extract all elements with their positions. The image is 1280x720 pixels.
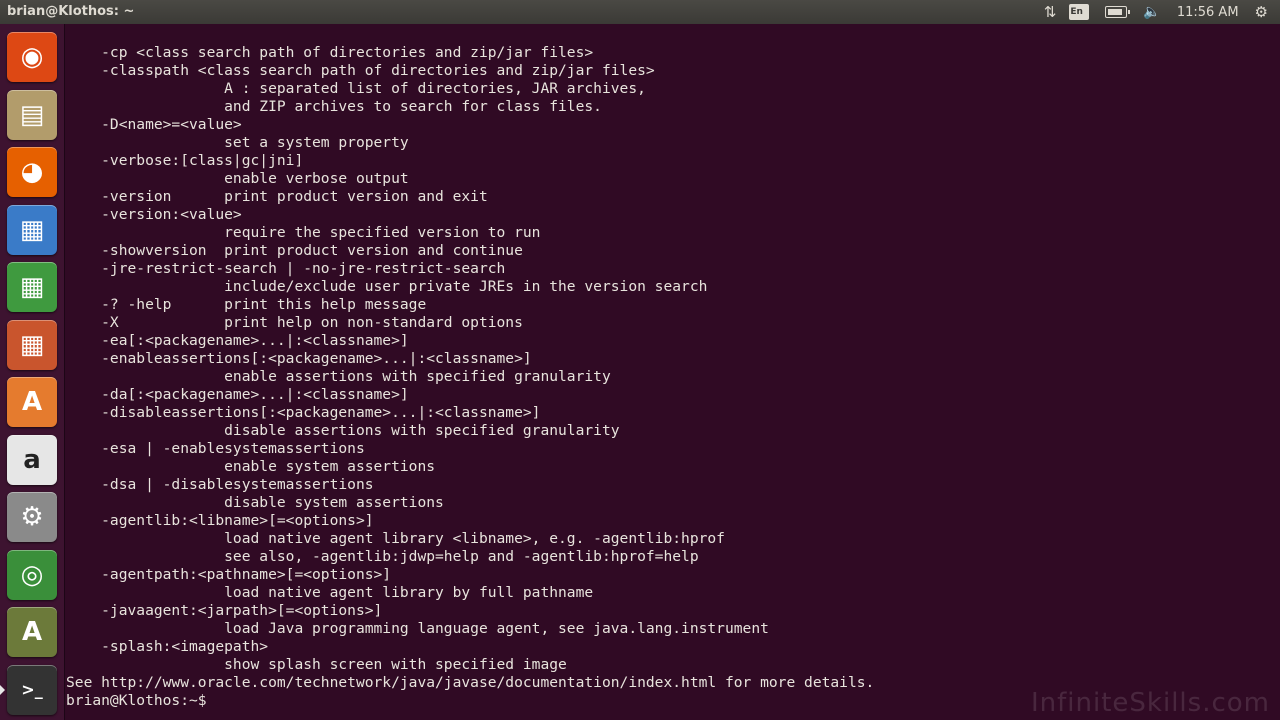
terminal-output[interactable]: -cp <class search path of directories an… bbox=[66, 44, 1280, 720]
network-icon[interactable]: ⇅ bbox=[1044, 3, 1056, 21]
clock[interactable]: 11:56 AM bbox=[1177, 5, 1239, 20]
files-icon: ▤ bbox=[19, 99, 45, 130]
launcher: ◉ ▤ ◕ ▦ ▦ ▦ Aa ⚙ ◎ A >_ bbox=[0, 24, 65, 720]
terminal-line: -version:<value> bbox=[66, 206, 242, 223]
watermark: InfiniteSkills.com bbox=[1031, 688, 1270, 718]
launcher-files-button[interactable]: ▤ bbox=[7, 89, 57, 140]
terminal-line: -da[:<packagename>...|:<classname>] bbox=[66, 386, 409, 403]
terminal-line: enable system assertions bbox=[66, 458, 436, 475]
dash-home-icon: ◉ bbox=[20, 42, 44, 72]
indicator-area: ⇅ En 🔈 11:56 AM ⚙ bbox=[1044, 0, 1280, 24]
terminal-line: -cp <class search path of directories an… bbox=[66, 44, 594, 61]
libreoffice-calc-icon: ▦ bbox=[19, 272, 45, 302]
terminal-line: -agentpath:<pathname>[=<options>] bbox=[66, 566, 392, 583]
terminal-line: require the specified version to run bbox=[66, 224, 541, 241]
terminal-line: -version print product version and exit bbox=[66, 188, 488, 205]
launcher-system-settings-button[interactable]: ⚙ bbox=[7, 492, 57, 542]
terminal-line: -agentlib:<libname>[=<options>] bbox=[66, 512, 374, 529]
firefox-icon: ◕ bbox=[20, 157, 44, 187]
terminal-line: -disableassertions[:<packagename>...|:<c… bbox=[66, 404, 541, 421]
software-updater-icon: A bbox=[21, 617, 43, 647]
terminal-line: show splash screen with specified image bbox=[66, 656, 567, 673]
terminal-line: -javaagent:<jarpath>[=<options>] bbox=[66, 602, 383, 619]
launcher-chrome-button[interactable]: ◎ bbox=[7, 549, 57, 600]
terminal-line: see also, -agentlib:jdwp=help and -agent… bbox=[66, 548, 699, 565]
launcher-terminal-button[interactable]: >_ bbox=[7, 664, 57, 715]
terminal-line: load native agent library <libname>, e.g… bbox=[66, 530, 725, 547]
terminal-line: -esa | -enablesystemassertions bbox=[66, 440, 365, 457]
terminal-line: -verbose:[class|gc|jni] bbox=[66, 152, 304, 169]
terminal-line: -jre-restrict-search | -no-jre-restrict-… bbox=[66, 260, 506, 277]
session-gear-icon[interactable]: ⚙ bbox=[1255, 3, 1268, 21]
top-panel: brian@Klothos: ~ ⇅ En 🔈 11:56 AM ⚙ bbox=[0, 0, 1280, 24]
terminal-line: load native agent library by full pathna… bbox=[66, 584, 594, 601]
launcher-libreoffice-writer-button[interactable]: ▦ bbox=[7, 204, 57, 255]
amazon-icon: a bbox=[23, 444, 41, 475]
battery-icon[interactable] bbox=[1105, 6, 1131, 18]
launcher-amazon-button[interactable]: a bbox=[7, 434, 57, 485]
launcher-software-center-button[interactable]: A bbox=[7, 377, 57, 427]
launcher-software-updater-button[interactable]: A bbox=[7, 607, 57, 657]
launcher-libreoffice-impress-button[interactable]: ▦ bbox=[7, 319, 57, 370]
libreoffice-writer-icon: ▦ bbox=[19, 214, 45, 245]
active-terminal-indicator bbox=[0, 684, 5, 695]
terminal-line: -splash:<imagepath> bbox=[66, 638, 269, 655]
terminal-line: -classpath <class search path of directo… bbox=[66, 62, 655, 79]
terminal-line: and ZIP archives to search for class fil… bbox=[66, 98, 602, 115]
terminal-line: -enableassertions[:<packagename>...|:<cl… bbox=[66, 350, 532, 367]
terminal-line: include/exclude user private JREs in the… bbox=[66, 278, 708, 295]
terminal-line: disable assertions with specified granul… bbox=[66, 422, 620, 439]
terminal-line: load Java programming language agent, se… bbox=[66, 620, 769, 637]
software-center-icon: A bbox=[21, 387, 43, 417]
terminal-icon: >_ bbox=[21, 680, 43, 699]
terminal-line: A : separated list of directories, JAR a… bbox=[66, 80, 646, 97]
volume-icon[interactable]: 🔈 bbox=[1143, 4, 1160, 20]
terminal-line: set a system property bbox=[66, 134, 409, 151]
terminal-line: -showversion print product version and c… bbox=[66, 242, 523, 259]
chrome-icon: ◎ bbox=[20, 559, 44, 590]
terminal-line: enable verbose output bbox=[66, 170, 409, 187]
keyboard-layout-icon[interactable]: En bbox=[1069, 4, 1090, 20]
terminal-line: -ea[:<packagename>...|:<classname>] bbox=[66, 332, 409, 349]
launcher-libreoffice-calc-button[interactable]: ▦ bbox=[7, 262, 57, 312]
window-title: brian@Klothos: ~ bbox=[7, 4, 135, 19]
terminal-line: -D<name>=<value> bbox=[66, 116, 242, 133]
libreoffice-impress-icon: ▦ bbox=[19, 329, 45, 360]
launcher-dash-home-button[interactable]: ◉ bbox=[7, 32, 57, 82]
terminal-line: -? -help print this help message bbox=[66, 296, 427, 313]
terminal-line: -X print help on non-standard options bbox=[66, 314, 523, 331]
terminal-line: disable system assertions bbox=[66, 494, 444, 511]
launcher-firefox-button[interactable]: ◕ bbox=[7, 147, 57, 197]
system-settings-icon: ⚙ bbox=[20, 502, 44, 532]
terminal-line: enable assertions with specified granula… bbox=[66, 368, 611, 385]
terminal-line: -dsa | -disablesystemassertions bbox=[66, 476, 374, 493]
